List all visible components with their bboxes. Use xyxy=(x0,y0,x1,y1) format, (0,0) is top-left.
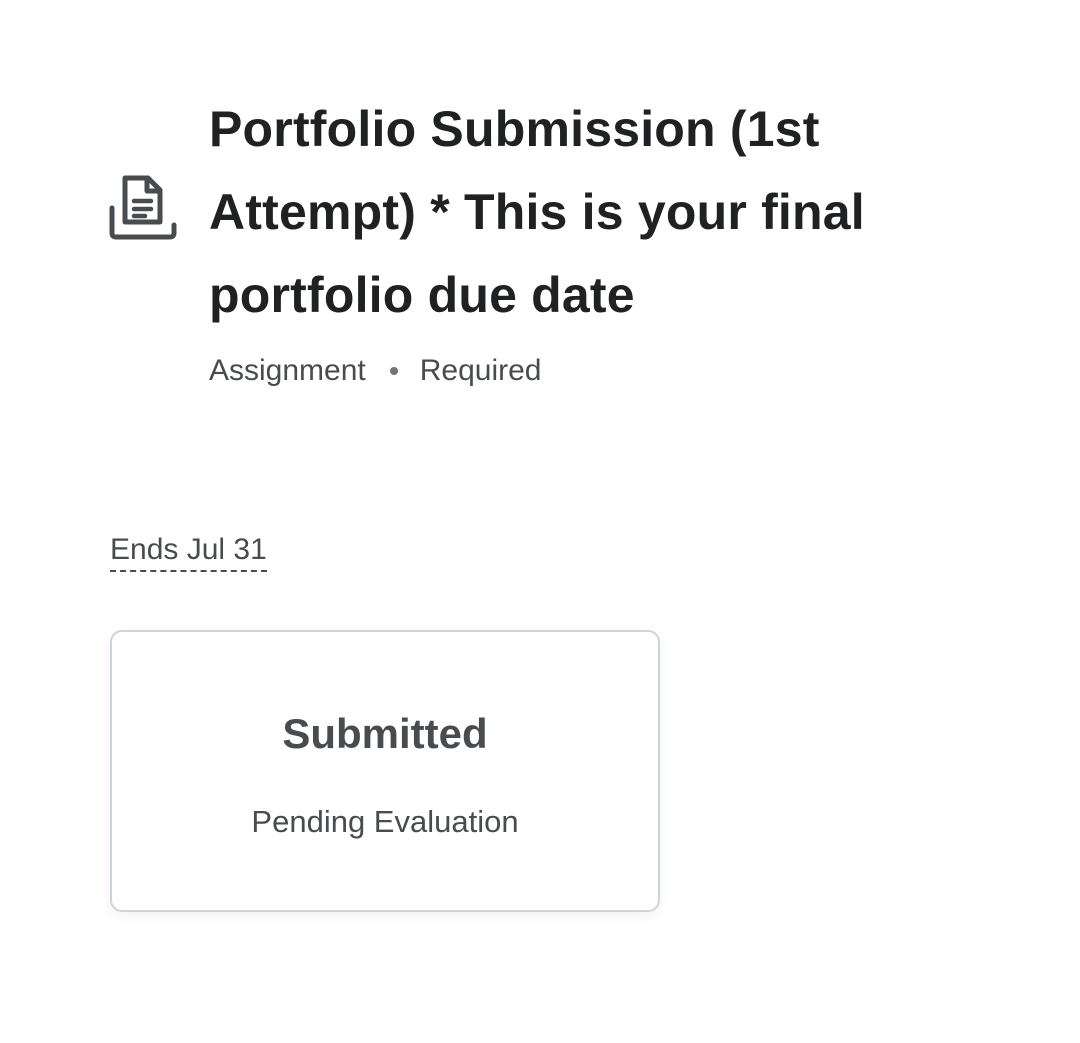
activity-title: Portfolio Submission (1st Attempt) * Thi… xyxy=(209,101,865,323)
end-date-link[interactable]: Ends Jul 31 xyxy=(110,530,267,572)
activity-meta: Assignment Required xyxy=(209,351,968,391)
activity-type-label: Assignment xyxy=(209,354,366,387)
status-title: Submitted xyxy=(282,710,488,757)
requirement-label: Required xyxy=(419,354,542,387)
title-block: Portfolio Submission (1st Attempt) * Thi… xyxy=(209,88,968,391)
assignment-document-icon xyxy=(108,172,178,242)
activity-header: Portfolio Submission (1st Attempt) * Thi… xyxy=(108,88,968,391)
separator-dot xyxy=(389,367,398,375)
status-subtitle: Pending Evaluation xyxy=(251,804,519,839)
submission-status-card: Submitted Pending Evaluation xyxy=(110,630,660,912)
